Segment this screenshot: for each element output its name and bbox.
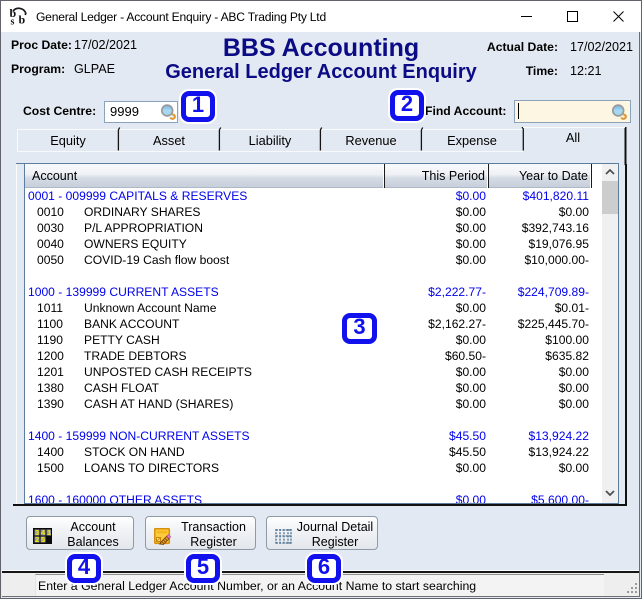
svg-text:2: 2 [35,535,39,544]
svg-text:1: 1 [47,528,51,537]
svg-text:5: 5 [41,535,45,544]
svg-text:b: b [19,13,26,26]
svg-text:s: s [11,17,15,26]
